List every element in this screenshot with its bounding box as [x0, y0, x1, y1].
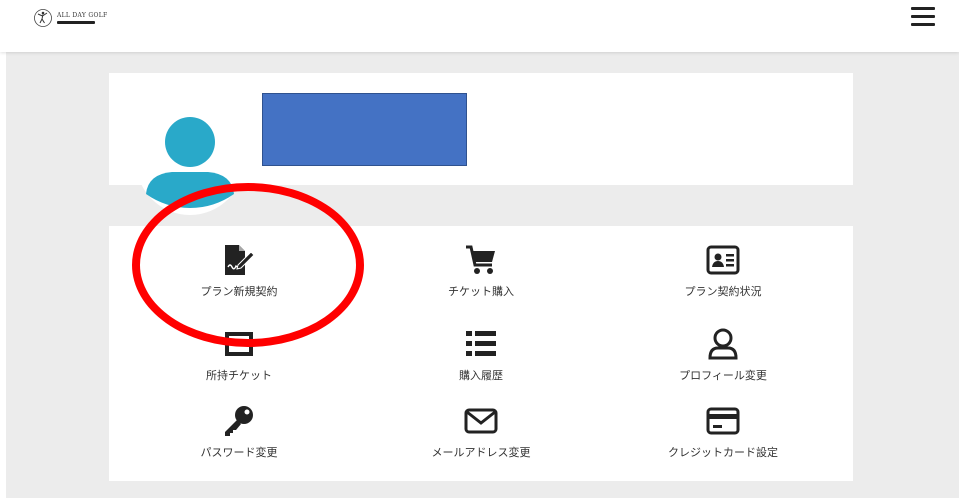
menu-label: チケット購入: [448, 285, 514, 298]
menu-label: メールアドレス変更: [431, 446, 531, 459]
hamburger-icon-bar: [911, 15, 935, 18]
app-header: ALL DAY GOLF: [0, 0, 959, 52]
credit-card-icon: [706, 407, 740, 435]
key-icon: [225, 406, 253, 436]
list-icon: [466, 331, 496, 356]
envelope-icon: [464, 408, 498, 434]
user-avatar-icon: [136, 107, 244, 215]
id-card-icon: [706, 245, 740, 275]
redacted-user-name: [262, 93, 467, 166]
logo-name: ALL DAY GOLF: [57, 12, 108, 19]
menu-item-plan-status[interactable]: プラン契約状況: [603, 243, 843, 299]
menu-item-new-plan[interactable]: プラン新規契約: [119, 243, 359, 299]
site-logo[interactable]: ALL DAY GOLF: [33, 8, 107, 28]
menu-item-purchase-history[interactable]: 購入履歴: [361, 327, 601, 383]
menu-label: パスワード変更: [200, 446, 278, 459]
hamburger-icon-bar: [911, 23, 935, 26]
menu-item-owned-tickets[interactable]: 所持チケット: [119, 327, 359, 383]
menu-item-buy-ticket[interactable]: チケット購入: [361, 243, 601, 299]
cart-icon: [466, 245, 495, 274]
hamburger-menu-button[interactable]: [911, 7, 935, 27]
hamburger-icon: [911, 7, 935, 10]
menu-label: プロフィール変更: [679, 369, 767, 382]
menu-item-profile-change[interactable]: プロフィール変更: [603, 327, 843, 383]
menu-item-email-change[interactable]: メールアドレス変更: [361, 404, 601, 460]
ticket-icon: [225, 332, 253, 356]
menu-label: プラン契約状況: [684, 285, 762, 298]
logo-tagline: [57, 21, 95, 24]
menu-item-credit-card[interactable]: クレジットカード設定: [603, 404, 843, 460]
menu-card: プラン新規契約 チケット購入 プラン契約状況 所持チケット 購入履歴 プロフィー…: [109, 226, 853, 481]
menu-item-password-change[interactable]: パスワード変更: [119, 404, 359, 460]
menu-label: クレジットカード設定: [668, 446, 778, 459]
user-outline-icon: [708, 328, 738, 360]
contract-sign-icon: [225, 245, 255, 275]
menu-label: プラン新規契約: [200, 285, 278, 298]
menu-label: 所持チケット: [206, 369, 272, 382]
golfer-logo-icon: [34, 9, 52, 27]
menu-label: 購入履歴: [459, 369, 503, 382]
